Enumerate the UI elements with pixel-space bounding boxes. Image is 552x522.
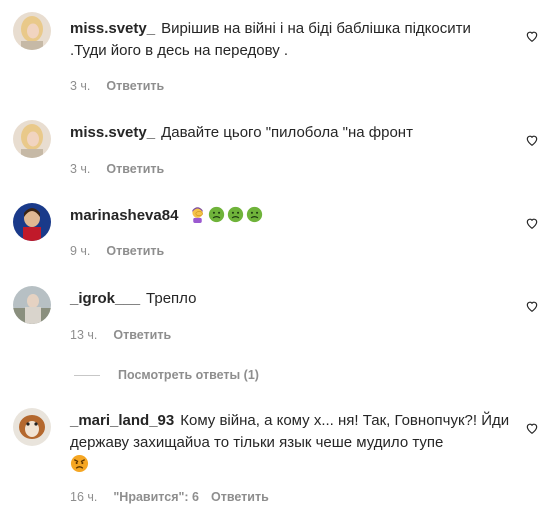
- reply-button[interactable]: Ответить: [106, 79, 164, 93]
- heart-icon[interactable]: [525, 29, 539, 43]
- view-replies-button[interactable]: Посмотреть ответы (1): [74, 368, 259, 382]
- view-replies-line: [74, 375, 100, 377]
- heart-icon[interactable]: [525, 299, 539, 313]
- comment-text: Давайте цього "пилобола "на фронт: [161, 124, 413, 141]
- avatar[interactable]: [13, 120, 51, 158]
- comment-username[interactable]: miss.svety_: [70, 20, 155, 37]
- avatar[interactable]: [13, 203, 51, 241]
- heart-icon[interactable]: [525, 216, 539, 230]
- comment-time[interactable]: 16 ч.: [70, 490, 97, 504]
- nauseated-face-emoji: [208, 206, 224, 223]
- heart-icon[interactable]: [525, 421, 539, 435]
- avatar[interactable]: [13, 408, 51, 446]
- reply-button[interactable]: Ответить: [106, 162, 164, 176]
- comment-text: Трепло: [146, 290, 197, 307]
- woman-facepalming-emoji: [191, 207, 203, 223]
- reply-button[interactable]: Ответить: [211, 490, 269, 504]
- view-replies-label[interactable]: Посмотреть ответы (1): [118, 368, 259, 382]
- comment-username[interactable]: miss.svety_: [70, 124, 155, 141]
- comment-username[interactable]: _mari_land_93: [70, 412, 174, 429]
- reply-button[interactable]: Ответить: [113, 328, 171, 342]
- avatar[interactable]: [13, 12, 51, 50]
- nauseated-face-emoji: [246, 206, 262, 223]
- comment-time[interactable]: 9 ч.: [70, 244, 90, 258]
- avatar[interactable]: [13, 286, 51, 324]
- comment-time[interactable]: 3 ч.: [70, 162, 90, 176]
- comment-username[interactable]: marinasheva84: [70, 207, 178, 224]
- comment-time[interactable]: 13 ч.: [70, 328, 97, 342]
- comment-time[interactable]: 3 ч.: [70, 79, 90, 93]
- reply-button[interactable]: Ответить: [106, 244, 164, 258]
- heart-icon[interactable]: [525, 133, 539, 147]
- nauseated-face-emoji: [227, 206, 243, 223]
- angry-face-emoji: [70, 454, 89, 473]
- comment-username[interactable]: _igrok___: [70, 290, 140, 307]
- likes-count[interactable]: "Нравится": 6: [113, 490, 199, 504]
